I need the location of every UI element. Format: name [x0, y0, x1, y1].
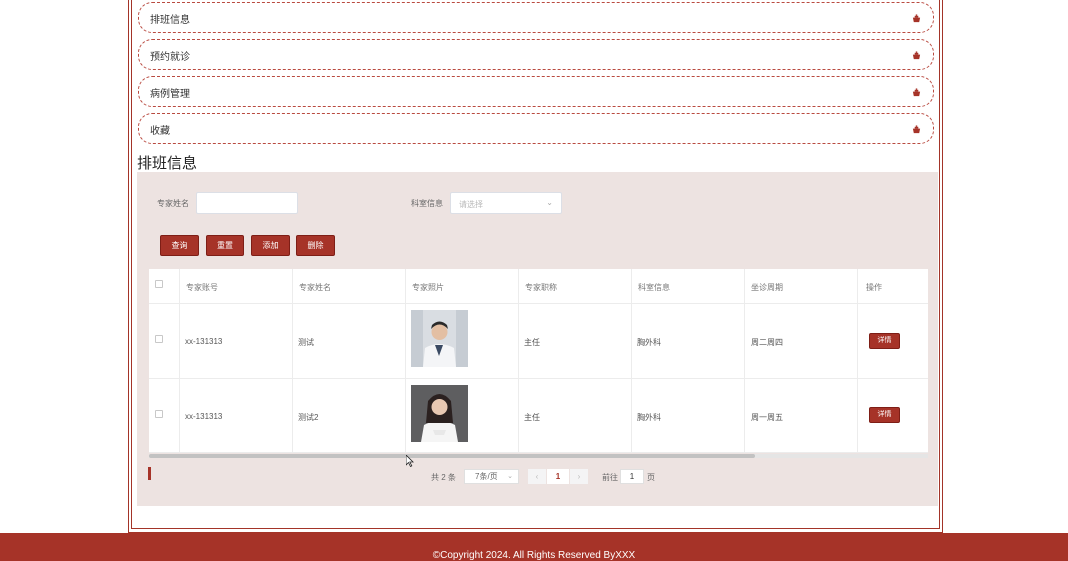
schedule-table: 专家账号 专家姓名 专家照片 专家职称 科室信息 坐诊周期 操作 xx-1313… [149, 269, 928, 453]
column-divider [744, 269, 745, 453]
query-button[interactable]: 查询 [160, 235, 199, 256]
prev-page-button[interactable]: ‹ [528, 469, 546, 484]
delete-button[interactable]: 删除 [296, 235, 335, 256]
department-label: 科室信息 [411, 199, 443, 208]
row-divider [149, 452, 928, 453]
expert-name-input[interactable] [196, 192, 298, 214]
column-divider [857, 269, 858, 453]
column-divider [405, 269, 406, 453]
cell-period: 周一周五 [751, 413, 783, 422]
cell-period: 周二周四 [751, 338, 783, 347]
page-number-current[interactable]: 1 [547, 469, 569, 484]
row-checkbox[interactable] [155, 335, 163, 343]
menu-item-label: 排班信息 [150, 15, 190, 26]
cell-department: 胸外科 [637, 338, 661, 347]
reset-button[interactable]: 重置 [206, 235, 244, 256]
column-header-title[interactable]: 专家职称 [525, 282, 557, 293]
row-checkbox[interactable] [155, 410, 163, 418]
menu-item-label: 病例管理 [150, 89, 190, 100]
column-header-photo[interactable]: 专家照片 [412, 282, 444, 293]
pagination-total: 共 2 条 [431, 473, 456, 482]
row-divider [149, 378, 928, 379]
footer: ©Copyright 2024. All Rights Reserved ByX… [0, 533, 1068, 561]
add-button[interactable]: 添加 [251, 235, 290, 256]
menu-item-schedule[interactable]: 排班信息 [138, 2, 934, 33]
column-header-department[interactable]: 科室信息 [638, 282, 670, 293]
row-divider [149, 303, 928, 304]
footer-copyright: ©Copyright 2024. All Rights Reserved ByX… [432, 550, 636, 561]
page-size-value: 7条/页 [475, 472, 498, 481]
goto-page-input[interactable] [620, 469, 644, 484]
chevron-down-icon: ⌄ [507, 473, 513, 480]
select-all-checkbox[interactable] [155, 280, 163, 288]
pagination-accent-bar [148, 467, 151, 480]
column-divider [518, 269, 519, 453]
menu-item-appointment[interactable]: 预约就诊 [138, 39, 934, 70]
menu-item-label: 预约就诊 [150, 52, 190, 63]
cell-name: 测试2 [298, 413, 319, 422]
column-header-actions: 操作 [866, 283, 882, 292]
cell-department: 胸外科 [637, 413, 661, 422]
horizontal-scrollbar-thumb[interactable] [149, 454, 755, 458]
cell-title: 主任 [524, 413, 540, 422]
menu-item-cases[interactable]: 病例管理 [138, 76, 934, 107]
detail-button[interactable]: 详情 [869, 407, 900, 423]
cell-account: xx-131313 [185, 337, 223, 346]
column-divider [292, 269, 293, 453]
pot-icon [912, 51, 921, 60]
column-header-period[interactable]: 坐诊周期 [751, 282, 783, 293]
page-size-select[interactable]: 7条/页 ⌄ [464, 469, 519, 484]
column-divider [179, 269, 180, 453]
detail-button[interactable]: 详情 [869, 333, 900, 349]
column-header-account[interactable]: 专家账号 [186, 282, 218, 293]
cell-name: 测试 [298, 338, 314, 347]
column-header-name[interactable]: 专家姓名 [299, 282, 331, 293]
cell-title: 主任 [524, 338, 540, 347]
department-select[interactable]: 请选择 ⌄ [450, 192, 562, 214]
pot-icon [912, 88, 921, 97]
next-page-button[interactable]: › [570, 469, 588, 484]
goto-label: 前往 [602, 473, 618, 482]
column-divider [631, 269, 632, 453]
doctor-photo[interactable] [411, 385, 468, 442]
mouse-cursor-icon [406, 455, 414, 467]
pot-icon [912, 14, 921, 23]
page-title: 排班信息 [137, 155, 198, 172]
pot-icon [912, 125, 921, 134]
page-suffix: 页 [647, 473, 655, 482]
chevron-down-icon: ⌄ [546, 198, 553, 207]
menu-item-label: 收藏 [150, 126, 170, 137]
cell-account: xx-131313 [185, 412, 223, 421]
department-select-placeholder: 请选择 [459, 200, 483, 209]
expert-name-label: 专家姓名 [157, 199, 189, 208]
doctor-photo[interactable] [411, 310, 468, 367]
menu-item-favorites[interactable]: 收藏 [138, 113, 934, 144]
